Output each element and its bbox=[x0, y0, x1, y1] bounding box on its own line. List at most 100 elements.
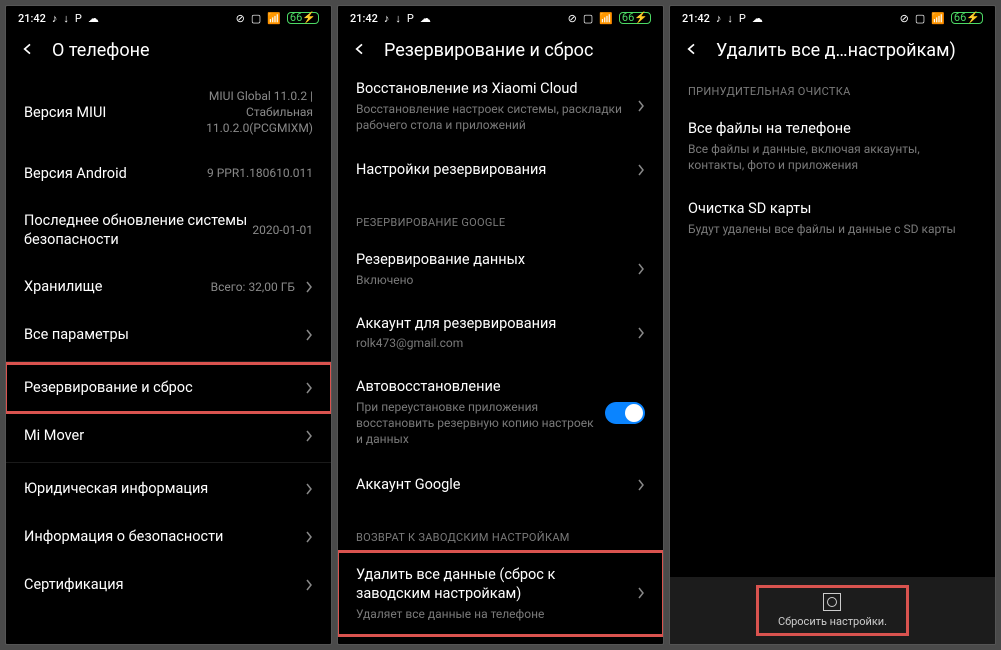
sd-label: Очистка SD карты bbox=[688, 199, 977, 219]
cloud-icon: ☁ bbox=[88, 13, 99, 24]
auto-restore-label: Автовосстановление bbox=[356, 377, 597, 397]
header: Удалить все д…настройкам) bbox=[670, 30, 995, 75]
storage-value: Всего: 32,00 ГБ bbox=[211, 279, 295, 295]
row-factory-reset[interactable]: Удалить все данные (сброс к заводским на… bbox=[338, 552, 663, 635]
chevron-right-icon bbox=[637, 164, 645, 176]
account-label: Аккаунт для резервирования bbox=[356, 314, 627, 334]
row-xiaomi-restore[interactable]: Восстановление из Xiaomi Cloud Восстанов… bbox=[338, 75, 663, 146]
download-icon: ↓ bbox=[727, 13, 733, 24]
row-android[interactable]: Версия Android 9 PPR1.180610.011 bbox=[6, 150, 331, 198]
row-all-files[interactable]: Все файлы на телефоне Все файлы и данные… bbox=[670, 106, 995, 186]
data-backup-sub: Включено bbox=[356, 272, 627, 288]
row-google-account[interactable]: Аккаунт Google bbox=[338, 461, 663, 509]
cast-icon: ▢ bbox=[251, 13, 261, 24]
cert-label: Сертификация bbox=[24, 575, 295, 595]
google-account-label: Аккаунт Google bbox=[356, 475, 627, 495]
row-sd-clean[interactable]: Очистка SD карты Будут удалены все файлы… bbox=[670, 186, 995, 250]
chevron-right-icon bbox=[637, 479, 645, 491]
chevron-right-icon bbox=[305, 483, 313, 495]
legal-label: Юридическая информация bbox=[24, 479, 295, 499]
dnd-icon: ⊘ bbox=[236, 13, 245, 24]
mi-mover-label: Mi Mover bbox=[24, 426, 295, 446]
phone-about: 21:42 ♪ ↓ P ☁ ⊘ ▢ 📶 66⚡ О телефоне Верси… bbox=[5, 5, 332, 645]
status-time: 21:42 bbox=[350, 12, 378, 25]
download-icon: ↓ bbox=[63, 13, 69, 24]
cloud-icon: ☁ bbox=[752, 13, 763, 24]
dnd-icon: ⊘ bbox=[568, 13, 577, 24]
signal-icon: 📶 bbox=[931, 13, 945, 24]
back-button[interactable] bbox=[352, 41, 368, 61]
row-mi-mover[interactable]: Mi Mover bbox=[6, 412, 331, 460]
battery-icon: 66⚡ bbox=[619, 12, 651, 24]
divider bbox=[6, 361, 331, 362]
tiktok-icon: ♪ bbox=[384, 13, 390, 24]
miui-label: Версия MIUI bbox=[24, 103, 163, 123]
signal-icon: 📶 bbox=[599, 13, 613, 24]
reset-button-label: Сбросить настройки. bbox=[778, 615, 887, 628]
chevron-right-icon bbox=[305, 531, 313, 543]
row-backup-settings[interactable]: Настройки резервирования bbox=[338, 146, 663, 194]
status-bar: 21:42 ♪ ↓ P ☁ ⊘ ▢ 📶 66⚡ bbox=[6, 6, 331, 30]
status-time: 21:42 bbox=[18, 12, 46, 25]
cast-icon: ▢ bbox=[583, 13, 593, 24]
p-icon: P bbox=[407, 13, 414, 24]
divider bbox=[6, 462, 331, 463]
back-button[interactable] bbox=[684, 41, 700, 61]
download-icon: ↓ bbox=[395, 13, 401, 24]
row-auto-restore[interactable]: Автовосстановление При переустановке при… bbox=[338, 364, 663, 460]
miui-value: MIUI Global 11.0.2 | Стабильная 11.0.2.0… bbox=[163, 88, 313, 137]
bottom-action-bar: Сбросить настройки. bbox=[670, 577, 995, 644]
row-miui[interactable]: Версия MIUI MIUI Global 11.0.2 | Стабиль… bbox=[6, 75, 331, 150]
p-icon: P bbox=[739, 13, 746, 24]
row-certification[interactable]: Сертификация bbox=[6, 561, 331, 609]
row-all-specs[interactable]: Все параметры bbox=[6, 311, 331, 359]
factory-reset-sub: Удаляет все данные на телефоне bbox=[356, 606, 627, 622]
all-specs-label: Все параметры bbox=[24, 325, 295, 345]
tiktok-icon: ♪ bbox=[716, 13, 722, 24]
account-sub: rolk473@gmail.com bbox=[356, 335, 627, 351]
xiaomi-restore-label: Восстановление из Xiaomi Cloud bbox=[356, 79, 627, 99]
auto-restore-sub: При переустановке приложения восстановит… bbox=[356, 399, 597, 448]
reset-icon bbox=[823, 593, 841, 611]
dnd-icon: ⊘ bbox=[900, 13, 909, 24]
chevron-right-icon bbox=[305, 382, 313, 394]
page-title: Удалить все д…настройкам) bbox=[716, 40, 956, 61]
phone-backup-reset: 21:42 ♪ ↓ P ☁ ⊘ ▢ 📶 66⚡ Резервирование и… bbox=[337, 5, 664, 645]
row-storage[interactable]: Хранилище Всего: 32,00 ГБ bbox=[6, 263, 331, 311]
tiktok-icon: ♪ bbox=[52, 13, 58, 24]
row-legal[interactable]: Юридическая информация bbox=[6, 465, 331, 513]
battery-icon: 66⚡ bbox=[287, 12, 319, 24]
section-factory-reset: ВОЗВРАТ К ЗАВОДСКИМ НАСТРОЙКАМ bbox=[338, 509, 663, 552]
p-icon: P bbox=[75, 13, 82, 24]
row-backup-reset[interactable]: Резервирование и сброс bbox=[6, 364, 331, 412]
reset-settings-button[interactable]: Сбросить настройки. bbox=[758, 587, 907, 634]
cloud-icon: ☁ bbox=[420, 13, 431, 24]
page-title: О телефоне bbox=[52, 40, 150, 61]
data-backup-label: Резервирование данных bbox=[356, 250, 627, 270]
auto-restore-toggle[interactable] bbox=[605, 402, 645, 424]
header: О телефоне bbox=[6, 30, 331, 75]
backup-reset-label: Резервирование и сброс bbox=[24, 378, 295, 398]
section-force-clean: ПРИНУДИТЕЛЬНАЯ ОЧИСТКА bbox=[670, 75, 995, 106]
all-files-sub: Все файлы и данные, включая аккаунты, ко… bbox=[688, 141, 977, 173]
back-button[interactable] bbox=[20, 41, 36, 61]
factory-reset-label: Удалить все данные (сброс к заводским на… bbox=[356, 565, 627, 604]
row-data-backup[interactable]: Резервирование данных Включено bbox=[338, 237, 663, 301]
row-backup-account[interactable]: Аккаунт для резервирования rolk473@gmail… bbox=[338, 301, 663, 365]
chevron-right-icon bbox=[637, 327, 645, 339]
signal-icon: 📶 bbox=[267, 13, 281, 24]
chevron-right-icon bbox=[637, 587, 645, 599]
row-security-info[interactable]: Информация о безопасности bbox=[6, 513, 331, 561]
row-security-patch[interactable]: Последнее обновление системы безопасност… bbox=[6, 198, 331, 263]
cast-icon: ▢ bbox=[915, 13, 925, 24]
security-info-label: Информация о безопасности bbox=[24, 527, 295, 547]
page-title: Резервирование и сброс bbox=[384, 40, 593, 61]
android-value: 9 PPR1.180610.011 bbox=[207, 165, 313, 181]
android-label: Версия Android bbox=[24, 164, 207, 184]
chevron-right-icon bbox=[637, 263, 645, 275]
xiaomi-restore-sub: Восстановление настроек системы, расклад… bbox=[356, 101, 627, 133]
backup-settings-label: Настройки резервирования bbox=[356, 160, 627, 180]
patch-label: Последнее обновление системы безопасност… bbox=[24, 211, 252, 250]
header: Резервирование и сброс bbox=[338, 30, 663, 75]
chevron-right-icon bbox=[637, 100, 645, 112]
